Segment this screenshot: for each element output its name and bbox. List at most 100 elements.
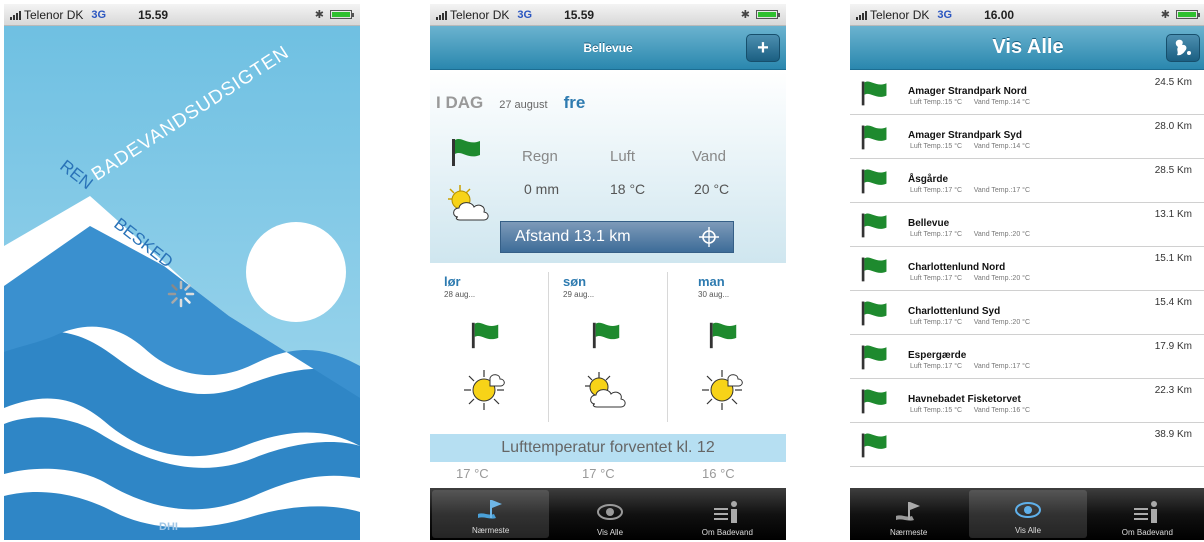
info-icon <box>1134 501 1158 523</box>
water-temp: Vand Temp.:20 °C <box>973 231 1031 238</box>
page-title: Vis Alle <box>992 36 1064 58</box>
water-temp: Vand Temp.:14 °C <box>973 143 1031 150</box>
green-flag-icon <box>861 213 887 238</box>
beach-name: Charlottenlund Nord <box>908 262 1006 273</box>
beach-name: Amager Strandpark Nord <box>908 86 1027 97</box>
temperature-header: Lufttemperatur forventet kl. 12 <box>430 434 786 462</box>
carrier-label: Telenor DK <box>24 7 84 22</box>
tab-label: Nærmeste <box>889 528 928 537</box>
beach-distance: 13.1 Km <box>1154 209 1192 220</box>
sunny-icon <box>464 370 505 410</box>
beach-temps: Luft Temp.:17 °C Vand Temp.:17 °C <box>910 363 1030 370</box>
bluetooth-icon: ✱ <box>314 9 324 21</box>
status-bar: Telenor DK 3G 15.59 ✱ <box>430 4 786 26</box>
beach-distance: 15.4 Km <box>1154 297 1192 308</box>
rain-label: Regn <box>522 148 558 165</box>
map-button[interactable] <box>1166 34 1200 62</box>
forecast-day-date: 30 aug... <box>698 290 730 299</box>
partly-cloudy-icon <box>585 372 626 408</box>
add-favorite-button[interactable]: + <box>746 34 780 62</box>
green-flag-icon <box>861 301 887 326</box>
tab-naermeste[interactable]: Nærmeste <box>432 490 550 538</box>
air-temp: Luft Temp.:17 °C <box>910 319 963 326</box>
water-temp: Vand Temp.:17 °C <box>973 187 1031 194</box>
list-item[interactable]: Amager Strandpark Syd Luft Temp.:15 °C Va… <box>850 115 1204 159</box>
green-flag-icon <box>861 125 887 150</box>
nav-bar: Bellevue + <box>430 26 786 70</box>
forecast-day-name: søn <box>563 274 587 289</box>
carrier-label: Telenor DK <box>450 7 510 22</box>
today-day: fre <box>563 93 586 112</box>
green-flag-icon <box>709 322 737 349</box>
signal-icon <box>436 10 447 20</box>
beach-list: Amager Strandpark Nord Luft Temp.:15 °C V… <box>850 71 1204 467</box>
status-bar: Telenor DK 3G 16.00 ✱ <box>850 4 1204 26</box>
forecast-day-2: søn 29 aug... <box>549 264 667 432</box>
list-item[interactable]: Espergærde Luft Temp.:17 °C Vand Temp.:17… <box>850 335 1204 379</box>
forecast-day-date: 28 aug... <box>444 290 476 299</box>
beach-temps: Luft Temp.:15 °C Vand Temp.:16 °C <box>910 407 1030 414</box>
beach-temps: Luft Temp.:17 °C Vand Temp.:20 °C <box>910 275 1030 282</box>
list-item[interactable]: Bellevue Luft Temp.:17 °C Vand Temp.:20 °… <box>850 203 1204 247</box>
list-item[interactable]: Åsgårde Luft Temp.:17 °C Vand Temp.:17 °C… <box>850 159 1204 203</box>
beach-name: Charlottenlund Syd <box>908 306 1001 317</box>
green-flag-icon <box>592 322 620 349</box>
air-temp: Luft Temp.:17 °C <box>910 275 963 282</box>
distance-button[interactable]: Afstand 13.1 km <box>500 221 734 253</box>
forecast-day-name: lør <box>444 274 461 289</box>
air-value: 18 °C <box>610 181 646 197</box>
flag-pin-icon <box>477 500 502 519</box>
beach-distance: 28.0 Km <box>1154 121 1192 132</box>
rain-value: 0 mm <box>524 181 559 197</box>
distance-label: Afstand 13.1 km <box>515 228 631 245</box>
air-temp: Luft Temp.:17 °C <box>910 231 963 238</box>
splash-art: BADEVANDSUDSIGTEN REN BESKED DHI <box>4 26 360 540</box>
green-flag-icon <box>861 81 887 106</box>
today-date: 27 august <box>499 99 548 111</box>
tab-om-badevand[interactable]: Om Badevand <box>1089 488 1204 540</box>
carrier-label: Telenor DK <box>870 7 930 22</box>
sunny-icon <box>702 370 743 410</box>
beach-distance: 28.5 Km <box>1154 165 1192 176</box>
forecast-day-1: lør 28 aug... <box>430 264 548 432</box>
tab-bar: Nærmeste Vis Alle Om Badevand <box>430 488 786 540</box>
page-title: Bellevue <box>583 40 633 55</box>
bluetooth-icon: ✱ <box>1160 9 1170 21</box>
beach-distance: 24.5 Km <box>1154 77 1192 88</box>
green-flag-icon <box>861 257 887 282</box>
network-label: 3G <box>937 8 953 21</box>
water-temp: Vand Temp.:16 °C <box>973 407 1031 414</box>
forecast-temp: 17 °C <box>582 466 615 481</box>
forecast-day-date: 29 aug... <box>563 290 595 299</box>
list-item[interactable]: Amager Strandpark Nord Luft Temp.:15 °C V… <box>850 71 1204 115</box>
clock: 15.59 <box>138 7 169 22</box>
map-icon <box>1175 39 1191 56</box>
eye-icon <box>1014 502 1041 518</box>
tab-naermeste[interactable]: Nærmeste <box>850 488 967 540</box>
tab-label: Om Badevand <box>701 528 753 537</box>
signal-icon <box>10 10 21 20</box>
forecast-temp: 17 °C <box>456 466 489 481</box>
beach-distance: 15.1 Km <box>1154 253 1192 264</box>
today-label: I DAG <box>436 93 484 112</box>
list-item[interactable]: 38.9 Km <box>850 423 1204 467</box>
nav-bar: Vis Alle <box>850 26 1204 70</box>
tab-om-badevand[interactable]: Om Badevand <box>669 488 786 540</box>
air-temp: Luft Temp.:15 °C <box>910 99 963 106</box>
today-panel: I DAG 27 august fre Regn Luft Vand 0 mm … <box>430 71 786 263</box>
clock: 16.00 <box>984 7 1015 22</box>
tab-vis-alle[interactable]: Vis Alle <box>969 490 1087 538</box>
list-item[interactable]: Charlottenlund Nord Luft Temp.:17 °C Vand… <box>850 247 1204 291</box>
tab-vis-alle[interactable]: Vis Alle <box>551 488 668 540</box>
list-item[interactable]: Havnebadet Fisketorvet Luft Temp.:15 °C V… <box>850 379 1204 423</box>
dhi-logo: DHI <box>159 521 178 533</box>
battery-icon <box>330 10 354 19</box>
list-item[interactable]: Charlottenlund Syd Luft Temp.:17 °C Vand … <box>850 291 1204 335</box>
tab-label: Nærmeste <box>471 526 510 535</box>
beach-distance: 17.9 Km <box>1154 341 1192 352</box>
air-temp: Luft Temp.:17 °C <box>910 187 963 194</box>
beach-temps: Luft Temp.:15 °C Vand Temp.:14 °C <box>910 143 1030 150</box>
clock: 15.59 <box>564 7 595 22</box>
beach-name: Espergærde <box>908 350 967 361</box>
beach-temps: Luft Temp.:17 °C Vand Temp.:17 °C <box>910 187 1030 194</box>
